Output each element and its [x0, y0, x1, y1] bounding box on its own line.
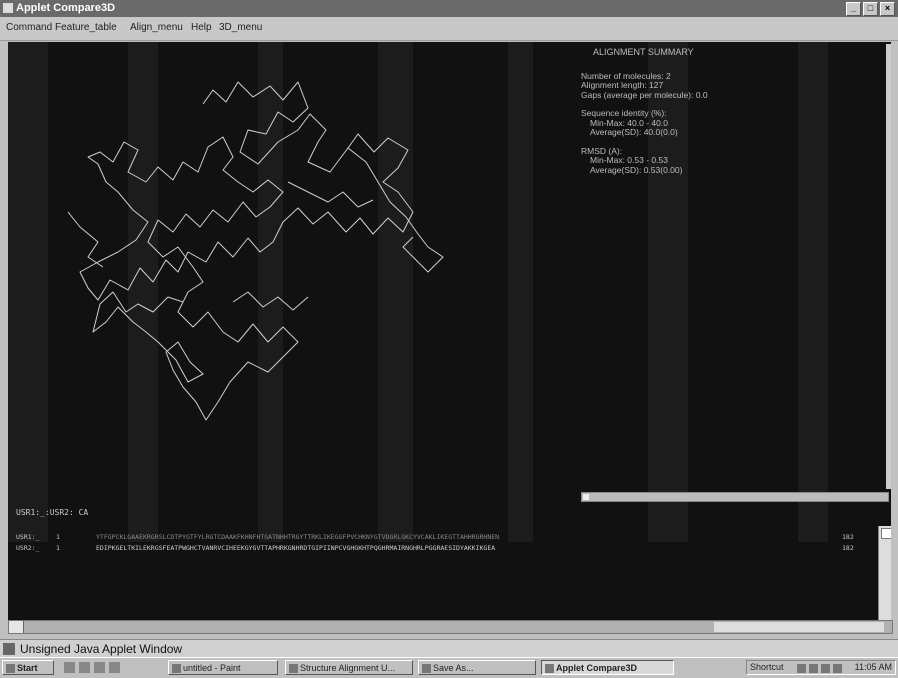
- summary-identity-average: Average(SD): 40.0(0.0): [590, 127, 678, 137]
- summary-rmsd-average: Average(SD): 0.53(0.00): [590, 164, 683, 175]
- system-tray: Shortcut 11:05 AM: [746, 660, 896, 675]
- menu-command[interactable]: Command: [6, 22, 52, 33]
- scroll-left-icon[interactable]: [583, 494, 589, 500]
- sequence-row: USR1:_ 1 YTFGPCKLGAAEKRGRSLCDTPYGTFYLRGTCD…: [16, 533, 854, 541]
- taskbar-button-applet-compare3d[interactable]: Applet Compare3D: [541, 660, 674, 675]
- sequence-vertical-scrollbar[interactable]: [878, 526, 891, 620]
- maximize-icon[interactable]: □: [863, 2, 878, 16]
- taskbar: Start untitled - Paint Structure Alignme…: [0, 657, 898, 678]
- taskbar-button-structure-alignment[interactable]: Structure Alignment U...: [285, 660, 413, 675]
- taskbar-button-save-as[interactable]: Save As...: [418, 660, 536, 675]
- windows-logo-icon: [6, 664, 15, 673]
- save-icon: [422, 664, 431, 673]
- java-icon: [545, 664, 554, 673]
- menu-feature-table[interactable]: Feature_table: [55, 22, 117, 33]
- applet-status-bar: Unsigned Java Applet Window: [0, 639, 898, 658]
- browser-icon: [289, 664, 298, 673]
- tray-icon[interactable]: [809, 664, 818, 673]
- taskbar-button-paint[interactable]: untitled - Paint: [168, 660, 278, 675]
- outlook-icon[interactable]: [79, 662, 90, 673]
- sequence-end: 182: [842, 544, 854, 552]
- sequence-name: USR2:_: [16, 544, 40, 552]
- status-text: Unsigned Java Applet Window: [20, 642, 183, 656]
- alignment-summary: ALIGNMENT SUMMARY Number of molecules: 2…: [581, 47, 881, 175]
- close-icon[interactable]: ×: [880, 2, 895, 16]
- sequence-start: 1: [56, 544, 60, 552]
- scroll-thumb[interactable]: [714, 622, 884, 632]
- minimize-icon[interactable]: _: [846, 2, 861, 16]
- sequence-row: USR2:_ 1 EDIPKGELTKILEKRGSFEATPWGHCTVANRVC…: [16, 544, 854, 552]
- menu-help[interactable]: Help: [191, 22, 212, 33]
- applet-canvas: ALIGNMENT SUMMARY Number of molecules: 2…: [8, 42, 891, 634]
- structure-3d-view[interactable]: [8, 42, 568, 482]
- scroll-left-icon[interactable]: [9, 621, 24, 633]
- clock: 11:05 AM: [854, 662, 892, 672]
- sequence-end: 182: [842, 533, 854, 541]
- sequence-panel-title: USR1:_:USR2: CA: [16, 508, 89, 517]
- summary-vertical-scrollbar[interactable]: [886, 44, 891, 489]
- start-button[interactable]: Start: [2, 660, 54, 675]
- summary-heading: ALIGNMENT SUMMARY: [593, 47, 694, 57]
- sequence-name: USR1:_: [16, 533, 40, 541]
- ie-icon[interactable]: [64, 662, 75, 673]
- summary-gaps: Gaps (average per molecule): 0.0: [581, 89, 708, 100]
- menu-bar: Command Feature_table Align_menu Help 3D…: [0, 17, 898, 41]
- desktop-icon[interactable]: [94, 662, 105, 673]
- menu-align[interactable]: Align_menu: [130, 22, 183, 33]
- paint-icon: [172, 664, 181, 673]
- tray-icon[interactable]: [797, 664, 806, 673]
- sequence-residues: EDIPKGELTKILEKRGSFEATPWGHCTVANRVCIHEEKGY…: [96, 544, 496, 552]
- window-title: Applet Compare3D: [16, 2, 116, 14]
- tray-icon[interactable]: [833, 664, 842, 673]
- menu-3d[interactable]: 3D_menu: [219, 22, 262, 33]
- applet-horizontal-scrollbar[interactable]: [8, 620, 893, 634]
- sequence-start: 1: [56, 533, 60, 541]
- title-bar: Applet Compare3D _ □ ×: [0, 0, 898, 17]
- shortcut-label[interactable]: Shortcut: [750, 662, 784, 672]
- summary-horizontal-scrollbar[interactable]: [581, 492, 889, 502]
- app-icon[interactable]: [109, 662, 120, 673]
- java-app-icon: [3, 3, 13, 13]
- sequence-residues: YTFGPCKLGAAEKRGRSLCDTPYGTFYLRGTCDAAKFKHN…: [96, 533, 500, 541]
- tray-icon[interactable]: [821, 664, 830, 673]
- scroll-up-icon[interactable]: [881, 528, 891, 539]
- warning-icon: [3, 643, 15, 655]
